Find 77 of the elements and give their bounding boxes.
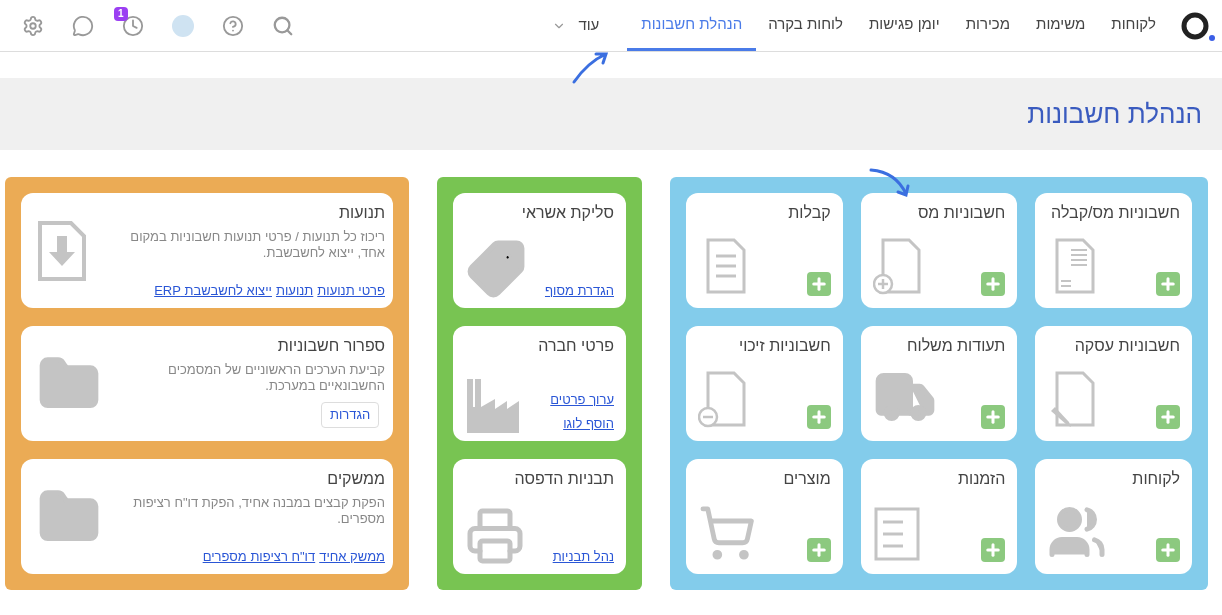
more-menu[interactable]: עוד (552, 0, 600, 51)
card-title: לקוחות (1131, 469, 1180, 489)
add-button[interactable] (981, 405, 1006, 429)
card-link[interactable]: פרטי תנועות (317, 280, 385, 300)
module-card[interactable]: חשבוניות מס/קבלה (1035, 193, 1192, 308)
card-title: חשבוניות מס/קבלה (1050, 203, 1180, 223)
add-button[interactable] (806, 538, 831, 562)
module-card[interactable]: הזמנות (860, 459, 1018, 574)
card-title: חשבוניות עסקה (1073, 336, 1180, 356)
search-icon[interactable] (272, 14, 294, 37)
card-link[interactable]: תנועות (275, 280, 314, 300)
card-description: הפקת קבצים במבנה אחיד, הפקת דו"ח רציפות מספרים. (132, 495, 385, 527)
plus-icon (984, 408, 1003, 426)
nav-tab[interactable]: הנהלת חשבונות (627, 0, 757, 51)
card-title: תעודות משלוח (905, 336, 1006, 356)
plus-icon (809, 541, 828, 559)
factory-icon (465, 377, 521, 433)
add-button[interactable] (806, 405, 831, 429)
avatar[interactable] (172, 14, 194, 37)
card-title: תנועות (338, 203, 385, 223)
module-card[interactable]: לקוחות (1035, 459, 1192, 574)
add-button[interactable] (1156, 538, 1180, 562)
settings-icon[interactable] (22, 14, 44, 37)
module-card[interactable]: חשבוניות מס (860, 193, 1018, 308)
card-title: תבניות הדפסה (513, 469, 614, 489)
module-card[interactable]: חשבוניות עסקה (1035, 326, 1192, 441)
notification-badge: 1 (114, 6, 128, 21)
card-link[interactable]: ערוך פרטים (550, 390, 614, 410)
settings-button[interactable]: הגדרות (321, 402, 380, 428)
nav-tab[interactable]: לוחות בקרה (754, 0, 857, 51)
plus-icon (1159, 541, 1177, 559)
plus-icon (984, 275, 1003, 293)
card-description: ריכוז כל תנועות / פרטי תנועות חשבוניות במקום אחד, ייצוא לחשבשבת. (129, 229, 385, 261)
card-description: קביעת הערכים הראשוניים של המסמכים החשבונאיים במערכת. (167, 362, 385, 394)
nav-tab[interactable]: מכירות (951, 0, 1025, 51)
card-link[interactable]: הגדרת מסוף (544, 280, 614, 300)
card-link[interactable]: דו"ח רציפות מספרים (202, 546, 316, 566)
add-button[interactable] (981, 538, 1006, 562)
card-title: קבלות (787, 203, 831, 223)
card-title: חשבוניות מס (916, 203, 1006, 223)
card-link[interactable]: ממשק אחיד (319, 546, 385, 566)
card-link[interactable]: ייצוא לחשבשבת ERP (154, 280, 272, 300)
document-download-icon (37, 219, 87, 282)
card-title: חשבוניות זיכוי (737, 336, 831, 356)
tag-icon (465, 238, 527, 300)
card-title: סליקת אשראי (520, 203, 614, 223)
help-icon[interactable] (222, 14, 244, 37)
page-title: הנהלת חשבונות (1027, 97, 1202, 131)
nav-tab[interactable]: לקוחות (1097, 0, 1170, 51)
card-title: ספרור חשבוניות (276, 336, 385, 356)
module-card[interactable]: חשבוניות זיכוי (686, 326, 843, 441)
plus-icon (1159, 275, 1177, 293)
plus-icon (809, 408, 828, 426)
add-button[interactable] (1156, 272, 1180, 296)
card-title: מוצרים (782, 469, 831, 489)
clock-icon[interactable] (122, 14, 144, 37)
annotation-arrow (868, 166, 912, 200)
shopping-cart-icon (698, 504, 756, 562)
card-title: הזמנות (956, 469, 1006, 489)
card-title: פרטי חברה (537, 336, 614, 356)
checklist-icon (872, 506, 921, 562)
card-link[interactable]: הוסף לוגו (550, 413, 614, 433)
plus-icon (1159, 408, 1177, 426)
add-button[interactable] (806, 272, 831, 296)
add-button[interactable] (981, 272, 1006, 296)
nav-tab[interactable]: משימות (1022, 0, 1100, 51)
card-title: ממשקים (326, 469, 385, 489)
plus-icon (984, 541, 1003, 559)
printer-icon (465, 506, 525, 566)
add-button[interactable] (1156, 405, 1180, 429)
plus-icon (809, 275, 828, 293)
chat-icon[interactable] (72, 14, 94, 37)
card-link[interactable]: נהל תבניות (552, 546, 614, 566)
module-card[interactable]: מוצרים (686, 459, 843, 574)
module-card[interactable]: קבלות (686, 193, 843, 308)
module-card[interactable]: תעודות משלוח (860, 326, 1018, 441)
nav-tab[interactable]: יומן פגישות (854, 0, 954, 51)
